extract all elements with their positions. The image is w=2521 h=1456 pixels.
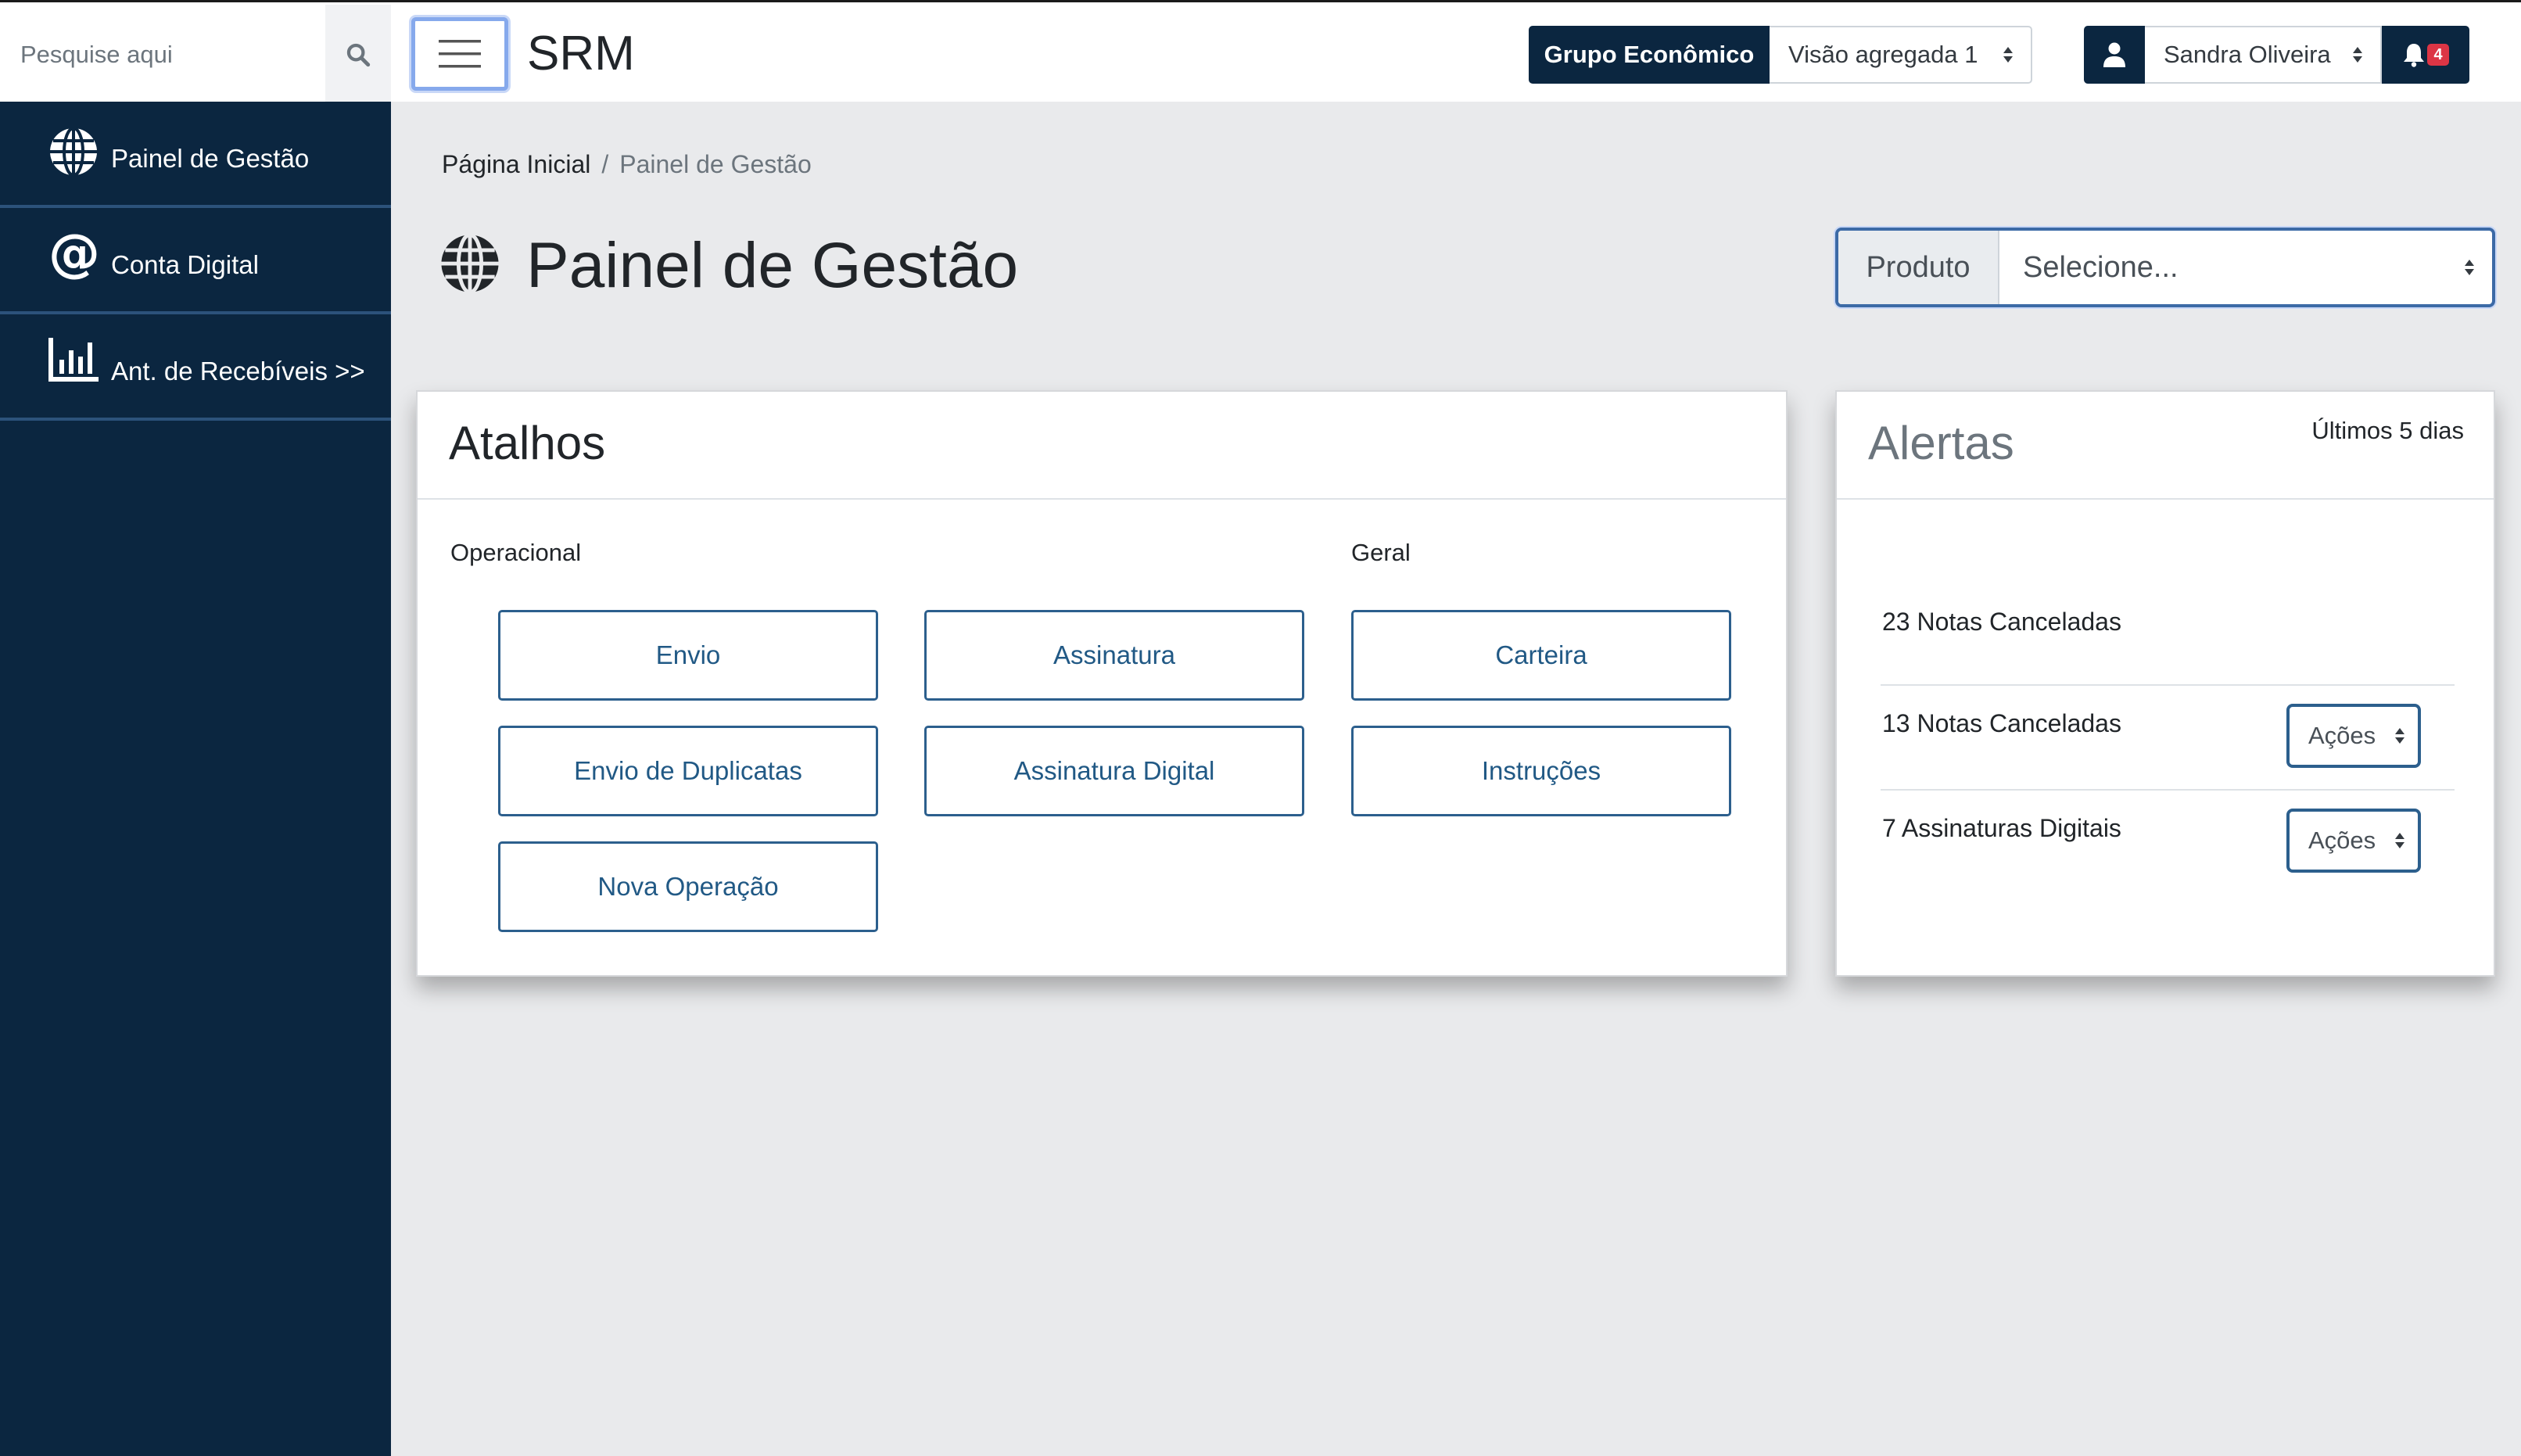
select-caret-icon bbox=[2003, 47, 2013, 63]
shortcut-nova-operacao-button[interactable]: Nova Operação bbox=[498, 841, 878, 932]
product-select-group: Produto Selecione... bbox=[1835, 228, 2495, 307]
bar-chart-icon bbox=[48, 338, 99, 382]
breadcrumb-separator: / bbox=[601, 150, 609, 178]
user-name: Sandra Oliveira bbox=[2164, 41, 2331, 68]
alerts-card: Alertas Últimos 5 dias 23 Notas Cancelad… bbox=[1835, 390, 2495, 977]
alert-actions-select[interactable]: Ações bbox=[2286, 704, 2421, 768]
sidebar-item-conta-digital[interactable]: @ Conta Digital bbox=[0, 208, 391, 314]
group-select-value: Visão agregada 1 bbox=[1788, 41, 1978, 68]
sidebar-item-label: Painel de Gestão bbox=[111, 144, 310, 173]
hamburger-icon bbox=[439, 40, 481, 68]
brand-logo[interactable]: SRM bbox=[527, 26, 635, 82]
top-navbar: SRM Grupo Econômico Visão agregada 1 San… bbox=[0, 0, 2521, 104]
card-title: Atalhos bbox=[449, 417, 606, 469]
search-button[interactable] bbox=[325, 5, 391, 104]
breadcrumb-home-link[interactable]: Página Inicial bbox=[442, 150, 590, 178]
sidebar: Painel de Gestão @ Conta Digital Ant. de… bbox=[0, 102, 391, 1456]
group-select[interactable]: Visão agregada 1 bbox=[1770, 26, 2032, 84]
alerts-period: Últimos 5 dias bbox=[2311, 417, 2464, 444]
section-label-operacional: Operacional bbox=[450, 539, 582, 566]
section-label-geral: Geral bbox=[1351, 539, 1411, 566]
alert-actions-value: Ações bbox=[2308, 722, 2376, 749]
select-caret-icon bbox=[2353, 47, 2362, 63]
notifications-button[interactable]: 4 bbox=[2382, 26, 2469, 84]
divider bbox=[1881, 789, 2455, 791]
globe-icon bbox=[50, 127, 97, 177]
shortcut-envio-button[interactable]: Envio bbox=[498, 610, 878, 701]
select-caret-icon bbox=[2395, 728, 2404, 744]
select-caret-icon bbox=[2395, 833, 2404, 848]
breadcrumb: Página Inicial / Painel de Gestão bbox=[442, 149, 812, 180]
shortcuts-card: Atalhos Operacional Geral Envio Assinatu… bbox=[416, 390, 1788, 977]
card-title: Alertas bbox=[1868, 417, 2014, 469]
notification-count-badge: 4 bbox=[2427, 44, 2449, 66]
sidebar-item-label: Conta Digital bbox=[111, 250, 259, 279]
at-icon: @ bbox=[48, 228, 100, 280]
alert-actions-select[interactable]: Ações bbox=[2286, 809, 2421, 873]
sidebar-item-painel-de-gestao[interactable]: Painel de Gestão bbox=[0, 102, 391, 208]
bell-icon bbox=[2404, 44, 2425, 67]
shortcut-carteira-button[interactable]: Carteira bbox=[1351, 610, 1731, 701]
divider bbox=[1881, 684, 2455, 686]
shortcut-instrucoes-button[interactable]: Instruções bbox=[1351, 726, 1731, 816]
breadcrumb-current: Painel de Gestão bbox=[619, 150, 812, 178]
card-header: Atalhos bbox=[418, 392, 1786, 500]
card-header: Alertas Últimos 5 dias bbox=[1837, 392, 2494, 500]
alert-actions-value: Ações bbox=[2308, 827, 2376, 854]
user-icon-box bbox=[2084, 26, 2145, 84]
svg-text:@: @ bbox=[48, 228, 100, 280]
search-icon bbox=[346, 43, 371, 66]
sidebar-item-label: Ant. de Recebíveis >> bbox=[111, 357, 365, 386]
select-caret-icon bbox=[2465, 260, 2474, 275]
user-select[interactable]: Sandra Oliveira bbox=[2145, 26, 2382, 84]
user-icon bbox=[2103, 42, 2125, 67]
product-label: Produto bbox=[1838, 231, 1999, 304]
alert-item: 23 Notas Canceladas bbox=[1882, 608, 2121, 636]
shortcut-assinatura-digital-button[interactable]: Assinatura Digital bbox=[924, 726, 1304, 816]
group-label: Grupo Econômico bbox=[1529, 26, 1770, 84]
shortcut-envio-de-duplicatas-button[interactable]: Envio de Duplicatas bbox=[498, 726, 878, 816]
search-box bbox=[0, 5, 391, 104]
shortcut-assinatura-button[interactable]: Assinatura bbox=[924, 610, 1304, 701]
page-title: Painel de Gestão bbox=[526, 230, 1019, 301]
menu-toggle-button[interactable] bbox=[411, 17, 508, 91]
globe-icon bbox=[441, 233, 499, 294]
product-select[interactable]: Selecione... bbox=[1999, 231, 2492, 304]
sidebar-item-ant-de-recebiveis[interactable]: Ant. de Recebíveis >> bbox=[0, 314, 391, 421]
product-select-value: Selecione... bbox=[2023, 250, 2179, 284]
search-input[interactable] bbox=[0, 5, 325, 104]
